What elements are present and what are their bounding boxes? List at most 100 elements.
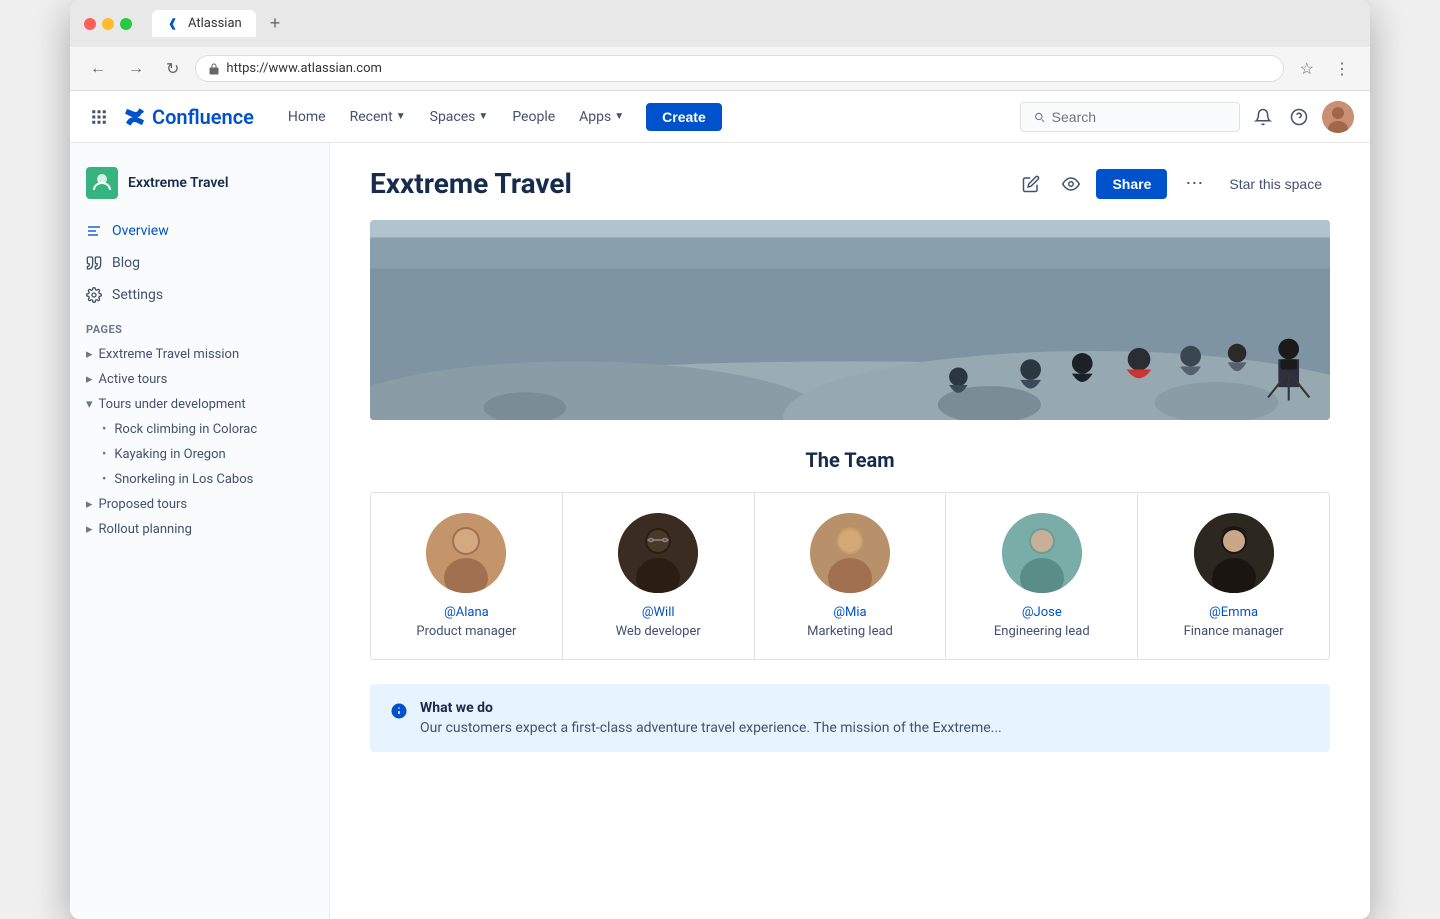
sidebar-page-kayaking[interactable]: • Kayaking in Oregon: [70, 442, 329, 467]
eye-icon: [1062, 175, 1080, 193]
confluence-logo-icon: [124, 106, 146, 128]
page-title: Exxtreme Travel: [370, 167, 572, 200]
tab-title: Atlassian: [188, 16, 242, 31]
team-member-alana: @Alana Product manager: [371, 493, 563, 659]
apps-chevron: ▼: [614, 111, 624, 122]
sidebar-page-travel-mission[interactable]: ▸ Exxtreme Travel mission: [70, 342, 329, 367]
browser-tab[interactable]: Atlassian: [152, 10, 256, 37]
content-area: Exxtreme Travel: [330, 143, 1370, 919]
page-label: Active tours: [99, 372, 168, 387]
avatar-will: [618, 513, 698, 593]
help-button[interactable]: [1286, 104, 1312, 130]
bullet-icon: •: [102, 447, 106, 462]
nav-recent[interactable]: Recent ▼: [340, 103, 416, 131]
nav-people[interactable]: People: [502, 103, 565, 131]
user-avatar-image: [1322, 101, 1354, 133]
info-box: What we do Our customers expect a first-…: [370, 684, 1330, 752]
browser-window: Atlassian + ← → ↻ https://www.atlassian.…: [70, 0, 1370, 919]
url-text: https://www.atlassian.com: [226, 61, 1270, 76]
refresh-button[interactable]: ↻: [160, 57, 185, 81]
nav-apps[interactable]: Apps ▼: [569, 103, 634, 131]
nav-home[interactable]: Home: [278, 103, 336, 131]
sidebar-page-proposed-tours[interactable]: ▸ Proposed tours: [70, 492, 329, 517]
pages-label: PAGES: [70, 311, 329, 342]
browser-titlebar: Atlassian +: [70, 0, 1370, 47]
member-handle-alana: @Alana: [387, 605, 546, 620]
expand-icon: ▸: [86, 372, 93, 387]
share-button[interactable]: Share: [1096, 169, 1167, 199]
address-bar[interactable]: https://www.atlassian.com: [195, 55, 1283, 82]
notifications-button[interactable]: [1250, 104, 1276, 130]
pencil-icon: [1022, 175, 1040, 193]
more-options-button[interactable]: ⋯: [1177, 167, 1211, 200]
blog-icon: [86, 255, 102, 271]
forward-button[interactable]: →: [122, 58, 150, 80]
search-input[interactable]: [1052, 109, 1227, 125]
page-label: Snorkeling in Los Cabos: [114, 472, 253, 487]
member-handle-will: @Will: [579, 605, 738, 620]
maximize-dot[interactable]: [120, 18, 132, 30]
browser-addressbar: ← → ↻ https://www.atlassian.com ☆ ⋮: [70, 47, 1370, 91]
sidebar-space-name: Exxtreme Travel: [128, 175, 228, 191]
new-tab-button[interactable]: +: [270, 13, 281, 34]
back-button[interactable]: ←: [84, 58, 112, 80]
member-role-jose: Engineering lead: [962, 624, 1121, 639]
user-avatar[interactable]: [1322, 101, 1354, 133]
member-role-emma: Finance manager: [1154, 624, 1313, 639]
hero-image: [370, 220, 1330, 420]
member-role-alana: Product manager: [387, 624, 546, 639]
avatar-emma: [1194, 513, 1274, 593]
create-button[interactable]: Create: [646, 103, 722, 131]
emma-avatar-image: [1194, 513, 1274, 593]
jose-avatar-image: [1002, 513, 1082, 593]
sidebar-overview[interactable]: Overview: [70, 215, 329, 247]
nav-right: [1020, 101, 1354, 133]
sidebar-page-snorkeling[interactable]: • Snorkeling in Los Cabos: [70, 467, 329, 492]
nav-spaces[interactable]: Spaces ▼: [420, 103, 499, 131]
page-label: Proposed tours: [99, 497, 188, 512]
expand-icon: ▾: [86, 397, 93, 412]
search-box[interactable]: [1020, 102, 1240, 132]
browser-menu-button[interactable]: ⋮: [1328, 57, 1356, 81]
will-avatar-image: [618, 513, 698, 593]
app-container: Confluence Home Recent ▼ Spaces ▼ People…: [70, 91, 1370, 919]
minimize-dot[interactable]: [102, 18, 114, 30]
star-space-button[interactable]: Star this space: [1221, 170, 1330, 198]
mia-avatar-image: [810, 513, 890, 593]
sidebar-blog[interactable]: Blog: [70, 247, 329, 279]
blog-label: Blog: [112, 255, 140, 271]
page-actions: Share ⋯ Star this space: [1016, 167, 1330, 200]
team-member-jose: @Jose Engineering lead: [946, 493, 1138, 659]
grid-icon-button[interactable]: [86, 104, 112, 130]
confluence-logo[interactable]: Confluence: [124, 105, 254, 129]
sidebar-page-rollout-planning[interactable]: ▸ Rollout planning: [70, 517, 329, 542]
bookmark-button[interactable]: ☆: [1294, 57, 1320, 81]
grid-icon: [90, 108, 108, 126]
help-icon: [1290, 108, 1308, 126]
hero-mountain-scene: [370, 220, 1330, 420]
page-label: Rock climbing in Colorac: [114, 422, 257, 437]
close-dot[interactable]: [84, 18, 96, 30]
view-button[interactable]: [1056, 169, 1086, 199]
atlassian-tab-icon: [166, 17, 180, 31]
team-grid: @Alana Product manager: [370, 492, 1330, 660]
avatar-mia: [810, 513, 890, 593]
nav-links: Home Recent ▼ Spaces ▼ People Apps ▼ Cre…: [278, 103, 722, 131]
bell-icon: [1254, 108, 1272, 126]
sidebar-page-tours-development[interactable]: ▾ Tours under development: [70, 392, 329, 417]
page-label: Kayaking in Oregon: [114, 447, 225, 462]
edit-button[interactable]: [1016, 169, 1046, 199]
member-handle-emma: @Emma: [1154, 605, 1313, 620]
sidebar-settings[interactable]: Settings: [70, 279, 329, 311]
sidebar: Exxtreme Travel Overview Blog: [70, 143, 330, 919]
team-member-mia: @Mia Marketing lead: [755, 493, 947, 659]
sidebar-page-rock-climbing[interactable]: • Rock climbing in Colorac: [70, 417, 329, 442]
page-header: Exxtreme Travel: [370, 167, 1330, 200]
main-layout: Exxtreme Travel Overview Blog: [70, 143, 1370, 919]
member-role-mia: Marketing lead: [771, 624, 930, 639]
alana-avatar-image: [426, 513, 506, 593]
info-icon: [390, 702, 408, 720]
settings-label: Settings: [112, 287, 163, 303]
browser-actions: ☆ ⋮: [1294, 57, 1356, 81]
sidebar-page-active-tours[interactable]: ▸ Active tours: [70, 367, 329, 392]
